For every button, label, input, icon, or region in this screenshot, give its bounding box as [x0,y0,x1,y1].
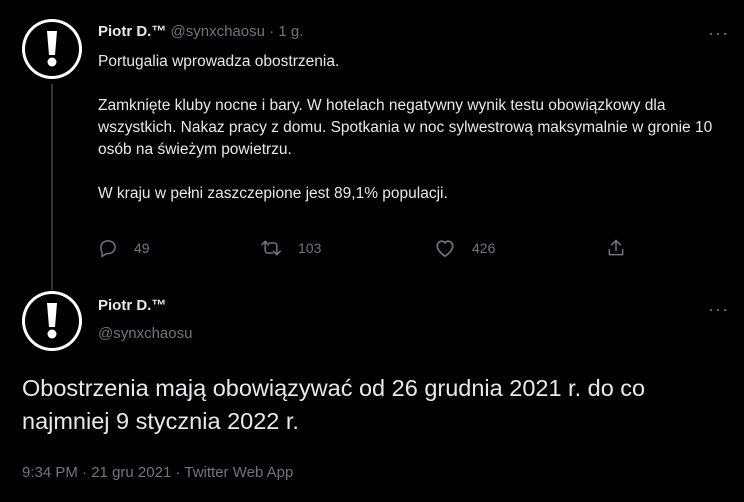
retweet-button[interactable]: 103 [260,238,321,258]
tweet-actions: 49 103 426 [98,238,638,264]
separator-dot: · [175,464,181,481]
more-options-icon[interactable]: ··· [708,300,729,318]
tweet-text: Obostrzenia mają obowiązywać od 26 grudn… [22,375,646,434]
author-handle[interactable]: @synxchaosu [98,324,192,344]
tweet-time[interactable]: 9:34 PM [22,464,78,481]
heart-icon [434,238,456,258]
author-name-text: Piotr D.™ [98,297,167,314]
tweet-thread: Piotr D.™ @synxchaosu · 1 g. ··· Portuga… [0,0,744,502]
author-handle[interactable]: @synxchaosu [171,23,265,40]
source-app-link[interactable]: Twitter Web App [184,464,293,481]
separator-dot: · [82,464,88,481]
author-name[interactable]: Piotr D.™ [98,23,166,40]
tweet-header: Piotr D.™ @synxchaosu · 1 g. [98,22,303,42]
thread-connector-line [51,84,53,290]
avatar[interactable] [22,291,82,351]
share-icon [606,238,626,258]
tweet-text: Portugalia wprowadza obostrzenia. Zamkni… [98,51,718,205]
like-button[interactable]: 426 [434,238,495,258]
tweet-paragraph: Zamknięte kluby nocne i bary. W hotelach… [98,97,713,158]
separator-dot: · [269,23,275,40]
tweet-paragraph: Portugalia wprowadza obostrzenia. [98,53,340,70]
tweet-meta: 9:34 PM · 21 gru 2021 · Twitter Web App [22,463,293,483]
reply-button[interactable]: 49 [98,238,150,258]
reply-count: 49 [134,240,150,256]
retweet-icon [260,238,282,258]
exclamation-icon [25,294,79,348]
author-name[interactable]: Piotr D.™ [98,296,166,316]
share-button[interactable] [606,238,626,258]
avatar[interactable] [22,19,82,79]
retweet-count: 103 [298,240,322,256]
more-options-icon[interactable]: ··· [708,24,729,42]
tweet-paragraph: W kraju w pełni zaszczepione jest 89,1% … [98,185,448,202]
like-count: 426 [472,240,496,256]
exclamation-icon [25,22,79,76]
tweet-time[interactable]: 1 g. [278,23,303,40]
reply-icon [98,238,118,258]
tweet-date[interactable]: 21 gru 2021 [91,464,171,481]
